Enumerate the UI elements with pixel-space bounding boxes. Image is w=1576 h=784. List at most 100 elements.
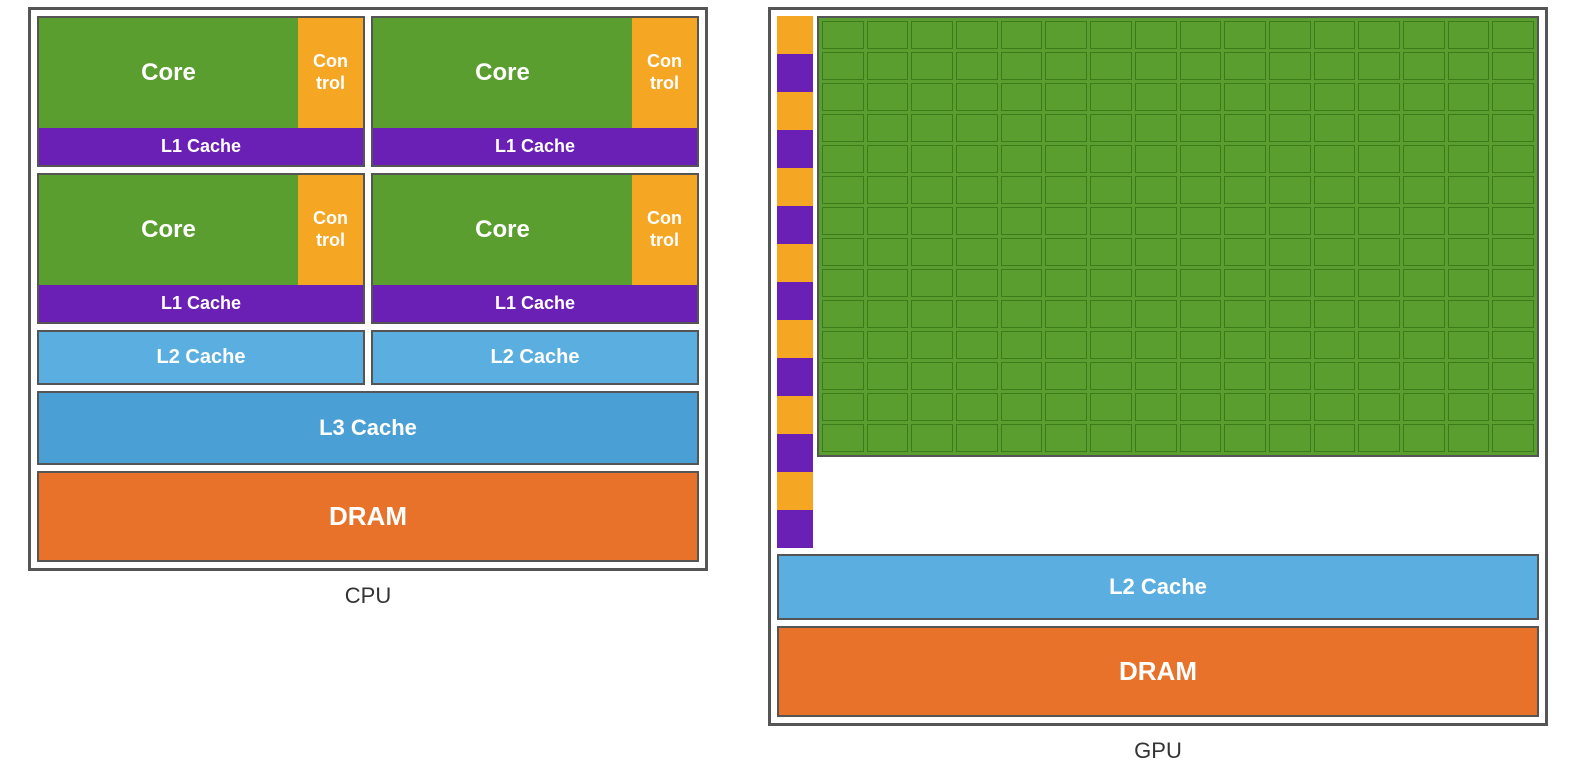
gpu-core-cell: [1358, 300, 1400, 328]
gpu-core-cell: [1269, 269, 1311, 297]
gpu-core-cell: [956, 145, 998, 173]
cpu-core-1-top: Core Control: [39, 18, 363, 128]
gpu-core-cell: [956, 331, 998, 359]
gpu-core-cell: [911, 269, 953, 297]
gpu-core-cell: [1180, 83, 1222, 111]
gpu-core-cell: [822, 393, 864, 421]
gpu-core-cell: [822, 238, 864, 266]
gpu-cores-grid: [817, 16, 1539, 457]
gpu-core-cell: [1448, 269, 1490, 297]
gpu-core-cell: [1314, 393, 1356, 421]
gpu-core-cell: [1403, 21, 1445, 49]
gpu-core-cell: [956, 269, 998, 297]
gpu-core-cell: [1045, 83, 1087, 111]
gpu-core-cell: [1224, 21, 1266, 49]
gpu-sidebar: [777, 16, 813, 548]
gpu-core-cell: [1135, 114, 1177, 142]
gpu-core-cell: [1180, 362, 1222, 390]
gpu-core-cell: [911, 424, 953, 452]
gpu-core-cell: [1135, 424, 1177, 452]
gpu-core-cell: [1403, 331, 1445, 359]
cpu-core-3-l1: L1 Cache: [39, 285, 363, 322]
gpu-core-cell: [911, 393, 953, 421]
gpu-main-area: [777, 16, 1539, 548]
gpu-core-cell: [1269, 21, 1311, 49]
gpu-core-cell: [956, 207, 998, 235]
gpu-core-cell: [1314, 238, 1356, 266]
gpu-core-cell: [1448, 83, 1490, 111]
gpu-core-cell: [1090, 424, 1132, 452]
gpu-core-cell: [1269, 331, 1311, 359]
gpu-core-cell: [1001, 21, 1043, 49]
gpu-core-cell: [1090, 331, 1132, 359]
gpu-core-cell: [1224, 114, 1266, 142]
gpu-core-cell: [867, 238, 909, 266]
gpu-core-cell: [1448, 238, 1490, 266]
cpu-core-1-l1: L1 Cache: [39, 128, 363, 165]
gpu-core-cell: [1403, 362, 1445, 390]
gpu-core-cell: [1045, 393, 1087, 421]
gpu-core-cell: [1224, 176, 1266, 204]
cpu-l2-row: L2 Cache L2 Cache: [37, 330, 699, 385]
gpu-sidebar-stripe: [777, 168, 813, 206]
gpu-core-cell: [1492, 145, 1534, 173]
gpu-core-cell: [1403, 176, 1445, 204]
cpu-diagram: Core Control L1 Cache Core Control L1 Ca…: [28, 7, 708, 609]
gpu-core-cell: [1135, 83, 1177, 111]
gpu-core-cell: [1314, 114, 1356, 142]
gpu-core-cell: [1001, 176, 1043, 204]
gpu-core-cell: [1224, 393, 1266, 421]
gpu-core-cell: [1448, 393, 1490, 421]
gpu-core-cell: [1269, 424, 1311, 452]
gpu-core-cell: [956, 362, 998, 390]
gpu-core-cell: [1001, 52, 1043, 80]
gpu-core-cell: [867, 145, 909, 173]
gpu-core-cell: [1090, 238, 1132, 266]
gpu-dram: DRAM: [777, 626, 1539, 717]
gpu-core-cell: [1045, 52, 1087, 80]
gpu-core-cell: [1269, 114, 1311, 142]
gpu-core-cell: [1090, 269, 1132, 297]
gpu-core-cell: [1403, 207, 1445, 235]
gpu-core-cell: [1135, 238, 1177, 266]
gpu-core-cell: [1358, 52, 1400, 80]
gpu-core-cell: [1269, 362, 1311, 390]
gpu-sidebar-stripe: [777, 54, 813, 92]
gpu-core-cell: [1314, 83, 1356, 111]
cpu-core-4-control: Control: [632, 175, 697, 285]
gpu-core-cell: [1492, 176, 1534, 204]
cpu-core-1: Core Control L1 Cache: [37, 16, 365, 167]
gpu-core-cell: [1045, 238, 1087, 266]
gpu-core-cell: [822, 52, 864, 80]
gpu-core-cell: [1001, 300, 1043, 328]
gpu-core-cell: [1358, 114, 1400, 142]
gpu-core-cell: [1224, 269, 1266, 297]
gpu-core-cell: [1180, 393, 1222, 421]
gpu-core-cell: [1001, 83, 1043, 111]
gpu-core-cell: [1448, 207, 1490, 235]
gpu-core-cell: [822, 269, 864, 297]
gpu-core-cell: [956, 238, 998, 266]
gpu-core-cell: [867, 207, 909, 235]
gpu-sidebar-stripe: [777, 472, 813, 510]
gpu-sidebar-stripe: [777, 358, 813, 396]
gpu-core-cell: [1358, 269, 1400, 297]
gpu-core-cell: [1180, 238, 1222, 266]
gpu-core-cell: [867, 176, 909, 204]
gpu-core-cell: [1403, 114, 1445, 142]
gpu-core-cell: [1403, 393, 1445, 421]
gpu-core-cell: [1090, 176, 1132, 204]
gpu-core-cell: [1358, 83, 1400, 111]
gpu-core-cell: [911, 362, 953, 390]
gpu-core-cell: [1448, 424, 1490, 452]
gpu-core-cell: [1269, 393, 1311, 421]
gpu-core-cell: [1358, 424, 1400, 452]
gpu-core-cell: [1269, 207, 1311, 235]
gpu-core-cell: [1180, 424, 1222, 452]
gpu-core-cell: [1001, 207, 1043, 235]
gpu-core-cell: [956, 393, 998, 421]
gpu-core-cell: [1090, 300, 1132, 328]
gpu-core-cell: [1224, 424, 1266, 452]
gpu-core-cell: [956, 300, 998, 328]
gpu-core-cell: [1358, 393, 1400, 421]
